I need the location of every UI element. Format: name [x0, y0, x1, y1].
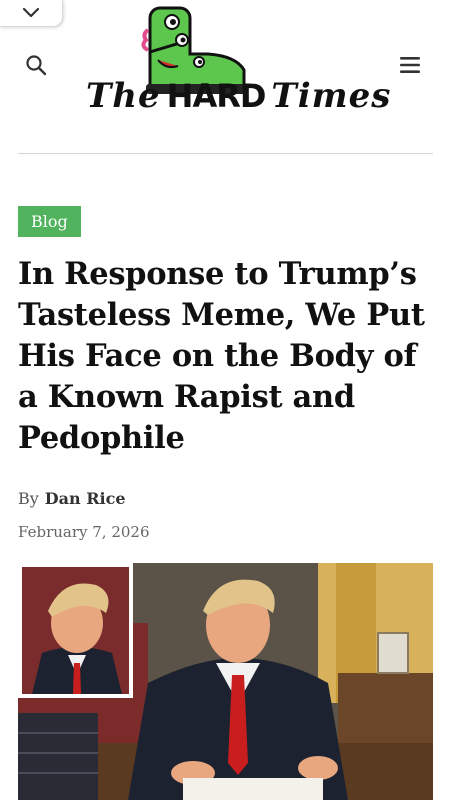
logo-word-hard: HARD [166, 77, 267, 115]
byline: By Dan Rice [18, 489, 126, 508]
logo-word-times: Times [271, 76, 392, 116]
hero-image [18, 563, 433, 800]
article-headline: In Response to Trump’s Tasteless Meme, W… [18, 256, 425, 456]
site-header: The HARD Times [0, 0, 451, 150]
hamburger-menu-icon [400, 57, 420, 73]
search-icon [26, 55, 47, 76]
menu-button[interactable] [390, 50, 430, 80]
publish-date: February 7, 2026 [18, 523, 150, 541]
search-button[interactable] [18, 50, 54, 80]
chevron-down-icon [22, 7, 40, 18]
collapse-header-button[interactable] [0, 0, 63, 27]
category-badge[interactable]: Blog [18, 206, 81, 237]
author-link[interactable]: Dan Rice [45, 489, 126, 508]
header-divider [18, 153, 433, 154]
logo-wordmark: The HARD Times [86, 76, 390, 116]
logo-word-the: The [86, 76, 161, 116]
site-logo[interactable]: The HARD Times [86, 0, 390, 126]
byline-prefix: By [18, 489, 39, 508]
hero-photo [18, 563, 433, 800]
